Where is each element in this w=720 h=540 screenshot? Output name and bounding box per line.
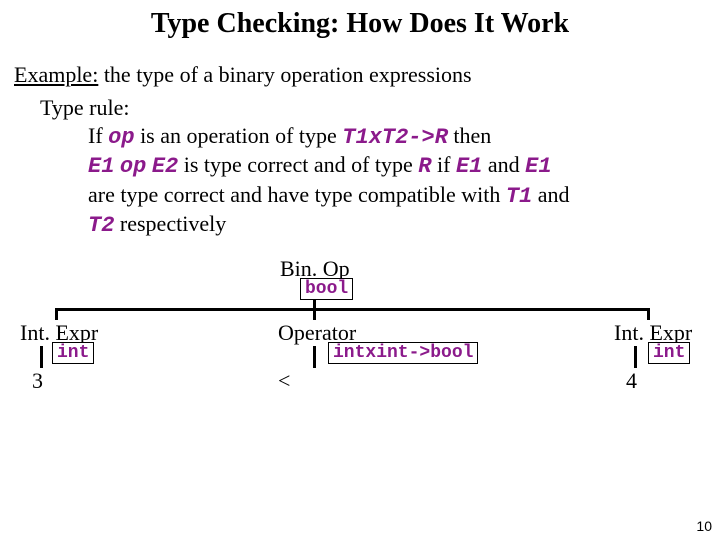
rule-body: If op is an operation of type T1xT2->R t… xyxy=(88,122,680,240)
code-e2: E2 xyxy=(152,154,178,179)
type-mid: intxint->bool xyxy=(328,342,478,364)
example-prefix: Example: xyxy=(14,62,98,87)
t: then xyxy=(448,123,491,148)
tree-edge xyxy=(55,308,650,311)
tree-edge xyxy=(634,346,637,368)
example-text: the type of a binary operation expressio… xyxy=(98,62,471,87)
code-op2: op xyxy=(120,154,146,179)
t: If xyxy=(88,123,108,148)
t: are type correct and have type compatibl… xyxy=(88,182,506,207)
page-title: Type Checking: How Does It Work xyxy=(0,8,720,40)
code-e1c: E1 xyxy=(525,154,551,179)
code-op: op xyxy=(108,125,134,150)
t: and xyxy=(532,182,569,207)
tree-edge xyxy=(313,300,316,308)
slide: Type Checking: How Does It Work Example:… xyxy=(0,0,720,540)
t: respectively xyxy=(114,211,226,236)
tree-edge xyxy=(313,308,316,320)
tree-edge xyxy=(313,346,316,368)
type-left: int xyxy=(52,342,94,364)
code-t1: T1 xyxy=(506,184,532,209)
t: if xyxy=(432,152,456,177)
leaf-right: 4 xyxy=(626,368,637,394)
tree-edge xyxy=(647,308,650,320)
type-right: int xyxy=(648,342,690,364)
leaf-left: 3 xyxy=(32,368,43,394)
t: and xyxy=(482,152,525,177)
example-line: Example: the type of a binary operation … xyxy=(14,62,472,88)
leaf-mid: < xyxy=(278,368,290,394)
code-sig: T1xT2->R xyxy=(342,125,448,150)
t: is an operation of type xyxy=(135,123,343,148)
type-rule: Type rule: If op is an operation of type… xyxy=(40,94,680,240)
tree-edge xyxy=(40,346,43,368)
type-binop: bool xyxy=(300,278,353,300)
tree-edge xyxy=(55,308,58,320)
code-e1b: E1 xyxy=(456,154,482,179)
page-number: 10 xyxy=(696,518,712,534)
parse-tree: Bin. Op bool Int. Expr int 3 Operator in… xyxy=(0,256,720,416)
rule-heading: Type rule: xyxy=(40,94,680,122)
code-t2: T2 xyxy=(88,213,114,238)
code-r: R xyxy=(418,154,431,179)
code-e1: E1 xyxy=(88,154,114,179)
t: is type correct and of type xyxy=(178,152,418,177)
